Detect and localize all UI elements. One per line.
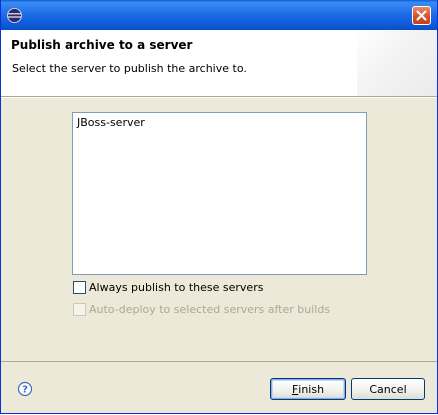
page-title: Publish archive to a server	[11, 38, 193, 52]
finish-label: inish	[298, 382, 325, 396]
always-publish-option[interactable]: Always publish to these servers	[73, 280, 263, 294]
help-icon[interactable]: ?	[17, 381, 33, 397]
list-item[interactable]: JBoss-server	[77, 116, 145, 129]
server-list[interactable]: JBoss-server	[72, 112, 367, 275]
finish-button[interactable]: Finish	[270, 378, 346, 400]
cancel-button[interactable]: Cancel	[351, 378, 425, 400]
eclipse-icon	[7, 8, 22, 23]
always-publish-checkbox[interactable]	[73, 280, 86, 294]
dialog-header: Publish archive to a server Select the s…	[1, 30, 437, 97]
title-bar[interactable]	[1, 0, 437, 30]
auto-deploy-label: Auto-deploy to selected servers after bu…	[89, 302, 331, 316]
auto-deploy-checkbox	[73, 302, 86, 316]
page-subtitle: Select the server to publish the archive…	[12, 62, 247, 75]
close-button[interactable]	[412, 6, 431, 25]
svg-text:?: ?	[22, 385, 28, 396]
close-icon	[416, 10, 427, 21]
header-divider	[1, 97, 437, 98]
button-bar-divider	[1, 361, 437, 362]
header-banner-image	[357, 30, 437, 96]
always-publish-label[interactable]: Always publish to these servers	[89, 281, 263, 294]
auto-deploy-option: Auto-deploy to selected servers after bu…	[73, 302, 330, 316]
publish-dialog: Publish archive to a server Select the s…	[0, 0, 438, 414]
